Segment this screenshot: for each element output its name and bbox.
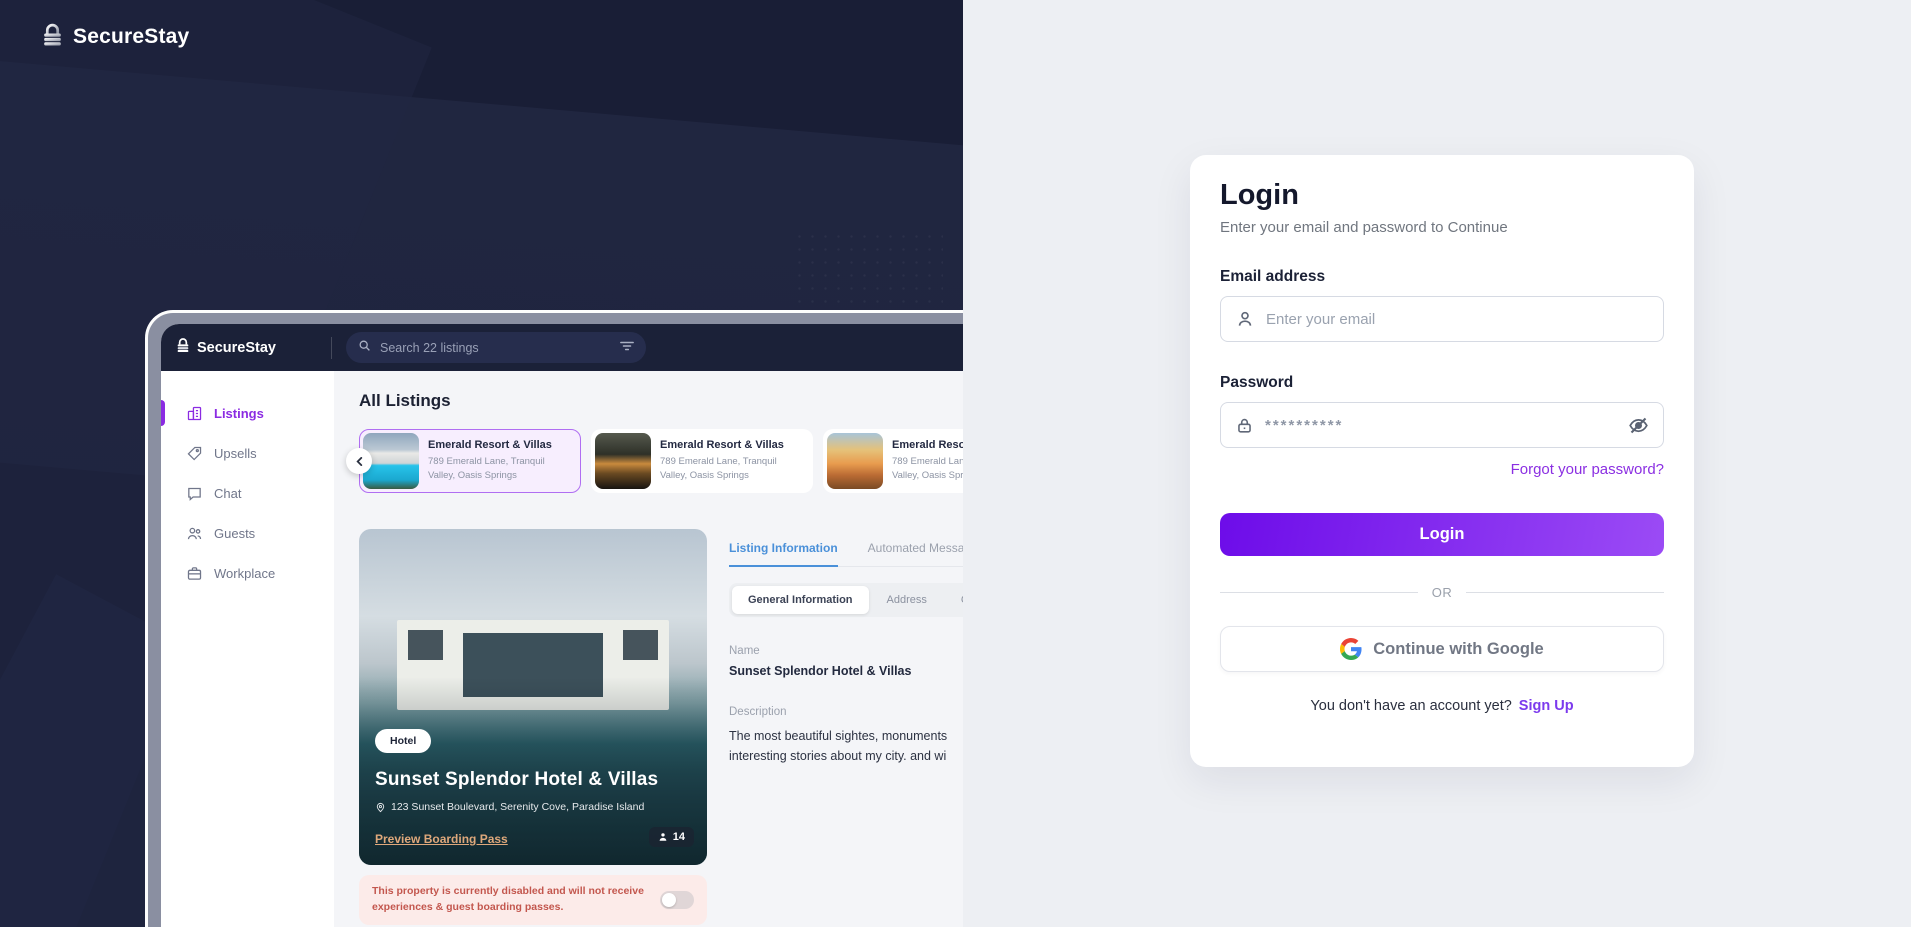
- person-icon: [658, 832, 668, 842]
- signup-link[interactable]: Sign Up: [1519, 698, 1574, 714]
- or-divider: OR: [1220, 585, 1664, 600]
- photo-shade: [359, 529, 707, 865]
- sidebar-item-upsells[interactable]: Upsells: [161, 433, 334, 473]
- email-label: Email address: [1220, 268, 1664, 286]
- building-icon: [186, 405, 203, 422]
- location-pin-icon: [375, 802, 386, 813]
- sidebar-label: Listings: [214, 406, 264, 421]
- property-type-badge: Hotel: [375, 729, 431, 753]
- password-input[interactable]: [1265, 417, 1617, 434]
- login-card: Login Enter your email and password to C…: [1190, 155, 1694, 767]
- chevron-left-icon: [355, 457, 364, 466]
- lock-icon: [40, 22, 65, 52]
- people-icon: [186, 525, 203, 542]
- name-label: Name: [729, 645, 963, 657]
- listing-thumbnail: [827, 433, 883, 489]
- listing-info-panel: Listing Information Automated Message Ge…: [729, 529, 963, 925]
- listing-thumbnail: [595, 433, 651, 489]
- property-enabled-toggle[interactable]: [660, 891, 694, 909]
- divider-line: [1220, 592, 1418, 593]
- google-signin-button[interactable]: Continue with Google: [1220, 626, 1664, 672]
- preview-main: All Listings Emerald Resort & Villas 789…: [334, 371, 963, 927]
- listing-card[interactable]: Emerald Resort & Villas 789 Emerald Lane…: [823, 429, 963, 493]
- google-logo-icon: [1340, 638, 1362, 660]
- divider-line: [1466, 592, 1664, 593]
- description-label: Description: [729, 706, 963, 718]
- listing-card[interactable]: Emerald Resort & Villas 789 Emerald Lane…: [591, 429, 813, 493]
- tag-icon: [186, 445, 203, 462]
- guest-count: 14: [673, 831, 685, 843]
- password-label: Password: [1220, 374, 1664, 392]
- signup-prompt: You don't have an account yet?: [1310, 698, 1511, 714]
- sidebar-item-workplace[interactable]: Workplace: [161, 553, 334, 593]
- subtab-address[interactable]: Address: [871, 586, 943, 614]
- lock-icon: [1235, 416, 1254, 435]
- notice-text: This property is currently disabled and …: [372, 884, 648, 916]
- description-text: The most beautiful sightes, monuments: [729, 726, 963, 746]
- sidebar-label: Upsells: [214, 446, 257, 461]
- sidebar-item-listings[interactable]: Listings: [161, 393, 334, 433]
- property-address: 123 Sunset Boulevard, Serenity Cove, Par…: [391, 801, 644, 813]
- google-button-label: Continue with Google: [1373, 640, 1543, 659]
- subtab-group: General Information Address Check-In: [729, 583, 963, 617]
- listing-title: Emerald Resort & Villas: [428, 439, 572, 451]
- preview-boarding-pass-link[interactable]: Preview Boarding Pass: [375, 832, 508, 846]
- brand-logo: SecureStay: [40, 22, 189, 52]
- preview-search-input[interactable]: Search 22 listings: [346, 332, 646, 363]
- name-value: Sunset Splendor Hotel & Villas: [729, 664, 963, 678]
- sidebar-label: Chat: [214, 486, 241, 501]
- all-listings-heading: All Listings: [359, 391, 963, 411]
- hero-panel: SecureStay SecureStay: [0, 0, 963, 927]
- topbar-divider: [331, 337, 332, 359]
- preview-sidebar: Listings Upsells Chat Guests: [161, 371, 334, 927]
- subtab-check-in[interactable]: Check-In: [945, 586, 963, 614]
- listing-address: 789 Emerald Lane, Tranquil Valley, Oasis…: [892, 455, 963, 483]
- subtab-general-information[interactable]: General Information: [732, 586, 869, 614]
- listing-title: Emerald Resort & Villas: [892, 439, 963, 451]
- property-disabled-notice: This property is currently disabled and …: [359, 875, 707, 925]
- tab-listing-information[interactable]: Listing Information: [729, 541, 838, 567]
- sidebar-label: Workplace: [214, 566, 275, 581]
- guest-count-badge: 14: [649, 827, 694, 847]
- login-panel: Login Enter your email and password to C…: [963, 0, 1911, 927]
- email-input[interactable]: [1266, 311, 1649, 328]
- search-placeholder: Search 22 listings: [380, 341, 611, 355]
- lock-icon: [175, 337, 191, 358]
- person-icon: [1235, 309, 1255, 329]
- listing-address: 789 Emerald Lane, Tranquil Valley, Oasis…: [660, 455, 804, 483]
- preview-brand-name: SecureStay: [197, 340, 276, 356]
- listing-card[interactable]: Emerald Resort & Villas 789 Emerald Lane…: [359, 429, 581, 493]
- chat-icon: [186, 485, 203, 502]
- property-photo-card: Hotel Sunset Splendor Hotel & Villas 123…: [359, 529, 707, 865]
- sidebar-item-guests[interactable]: Guests: [161, 513, 334, 553]
- email-field-wrapper: [1220, 296, 1664, 342]
- sidebar-item-chat[interactable]: Chat: [161, 473, 334, 513]
- sidebar-label: Guests: [214, 526, 255, 541]
- login-button[interactable]: Login: [1220, 513, 1664, 556]
- or-text: OR: [1432, 585, 1453, 600]
- password-field-wrapper: [1220, 402, 1664, 448]
- login-title: Login: [1220, 179, 1664, 212]
- filter-icon[interactable]: [620, 339, 634, 357]
- tab-automated-message[interactable]: Automated Message: [868, 541, 963, 566]
- search-icon: [358, 339, 371, 357]
- property-title: Sunset Splendor Hotel & Villas: [375, 769, 658, 791]
- briefcase-icon: [186, 565, 203, 582]
- listings-carousel: Emerald Resort & Villas 789 Emerald Lane…: [359, 429, 963, 493]
- login-subtitle: Enter your email and password to Continu…: [1220, 219, 1664, 236]
- app-preview-window: SecureStay Search 22 listings: [145, 310, 963, 927]
- preview-brand-logo: SecureStay: [175, 337, 331, 358]
- carousel-prev-button[interactable]: [346, 448, 372, 474]
- preview-topbar: SecureStay Search 22 listings: [161, 324, 963, 371]
- eye-off-icon[interactable]: [1628, 415, 1649, 436]
- brand-name: SecureStay: [73, 25, 189, 49]
- forgot-password-link[interactable]: Forgot your password?: [1220, 461, 1664, 478]
- description-text: interesting stories about my city. and w…: [729, 746, 963, 766]
- listing-title: Emerald Resort & Villas: [660, 439, 804, 451]
- listing-address: 789 Emerald Lane, Tranquil Valley, Oasis…: [428, 455, 572, 483]
